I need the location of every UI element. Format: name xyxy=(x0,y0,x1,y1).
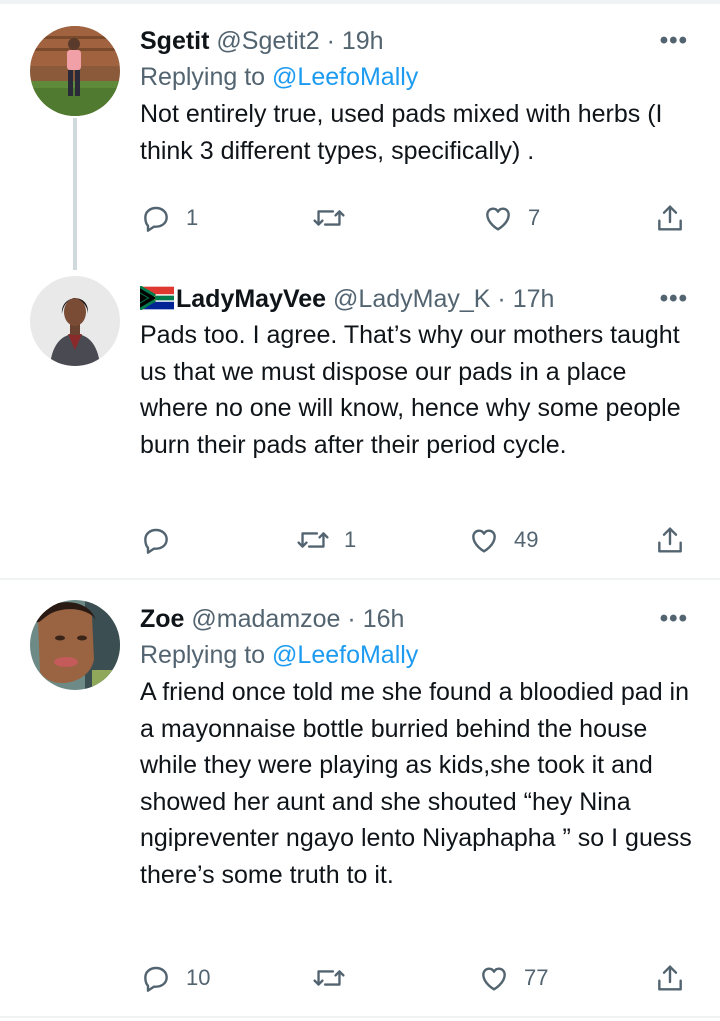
like-icon xyxy=(478,962,510,994)
share-button[interactable] xyxy=(654,520,686,560)
avatar[interactable] xyxy=(30,276,120,366)
replying-to: Replying to @LeefoMally xyxy=(140,637,692,673)
separator: · xyxy=(497,285,506,313)
reply-button[interactable]: 1 xyxy=(140,198,198,238)
display-name[interactable]: Zoe xyxy=(140,605,184,633)
share-icon xyxy=(654,202,686,234)
more-icon[interactable]: ••• xyxy=(660,24,688,58)
retweet-button[interactable]: 1 xyxy=(296,520,356,560)
timestamp[interactable]: 19h xyxy=(342,27,384,55)
tweet[interactable]: Zoe @madamzoe · 16h ••• Replying to @Lee… xyxy=(0,580,720,1021)
share-button[interactable] xyxy=(654,198,686,238)
tweet-actions: 1 7 xyxy=(140,198,692,238)
mention-link[interactable]: @LeefoMally xyxy=(272,641,418,669)
retweet-icon xyxy=(312,202,346,234)
like-count: 7 xyxy=(528,205,541,230)
reply-button[interactable] xyxy=(140,520,186,560)
share-icon xyxy=(654,962,686,994)
tweet[interactable]: Sgetit @Sgetit2 · 19h ••• Replying to @L… xyxy=(0,0,720,270)
avatar[interactable] xyxy=(30,26,120,116)
replying-label: Replying to xyxy=(140,63,266,91)
replying-to: Replying to @LeefoMally xyxy=(140,59,692,95)
thread-line xyxy=(73,118,77,270)
retweet-icon xyxy=(312,962,346,994)
tweet-text: A friend once told me she found a bloodi… xyxy=(140,678,692,889)
more-icon[interactable]: ••• xyxy=(660,282,688,316)
reply-icon xyxy=(140,202,172,234)
like-button[interactable]: 49 xyxy=(468,520,538,560)
more-icon[interactable]: ••• xyxy=(660,602,688,636)
share-icon xyxy=(654,524,686,556)
avatar-image xyxy=(30,26,120,116)
avatar-image xyxy=(30,600,120,690)
tweet-text: Not entirely true, used pads mixed with … xyxy=(140,100,663,165)
mention-link[interactable]: @LeefoMally xyxy=(272,63,418,91)
reply-icon xyxy=(140,962,172,994)
tweet-actions: 1 49 xyxy=(140,520,692,560)
tweet-header: Zoe @madamzoe · 16h ••• xyxy=(140,602,692,636)
display-name[interactable]: LadyMayVee xyxy=(176,285,326,313)
like-button[interactable]: 7 xyxy=(482,198,540,238)
like-icon xyxy=(468,524,500,556)
retweet-count: 1 xyxy=(344,527,357,552)
retweet-button[interactable] xyxy=(312,198,360,238)
user-handle[interactable]: @madamzoe xyxy=(191,605,340,633)
user-handle[interactable]: @LadyMay_K xyxy=(333,285,490,313)
south-africa-flag-icon xyxy=(140,286,174,310)
like-count: 77 xyxy=(524,965,549,990)
separator: · xyxy=(326,27,335,55)
like-count: 49 xyxy=(514,527,539,552)
reply-button[interactable]: 10 xyxy=(140,958,210,998)
tweet-header: LadyMayVee @LadyMay_K · 17h ••• xyxy=(140,282,692,316)
tweet[interactable]: LadyMayVee @LadyMay_K · 17h ••• Pads too… xyxy=(0,270,720,580)
timestamp[interactable]: 16h xyxy=(363,605,405,633)
reply-count: 1 xyxy=(186,205,199,230)
retweet-icon xyxy=(296,524,330,556)
user-handle[interactable]: @Sgetit2 xyxy=(216,27,319,55)
replying-label: Replying to xyxy=(140,641,266,669)
tweet-header: Sgetit @Sgetit2 · 19h ••• xyxy=(140,24,692,58)
like-button[interactable]: 77 xyxy=(478,958,548,998)
tweet-text: Pads too. I agree. That’s why our mother… xyxy=(140,321,681,459)
retweet-button[interactable] xyxy=(312,958,360,998)
reply-count: 10 xyxy=(186,965,211,990)
timestamp[interactable]: 17h xyxy=(513,285,555,313)
avatar[interactable] xyxy=(30,600,120,690)
bottom-divider xyxy=(0,1016,720,1018)
share-button[interactable] xyxy=(654,958,686,998)
display-name[interactable]: Sgetit xyxy=(140,27,209,55)
tweet-actions: 10 77 xyxy=(140,958,692,998)
avatar-image xyxy=(30,276,120,366)
reply-icon xyxy=(140,524,172,556)
separator: · xyxy=(347,605,356,633)
like-icon xyxy=(482,202,514,234)
